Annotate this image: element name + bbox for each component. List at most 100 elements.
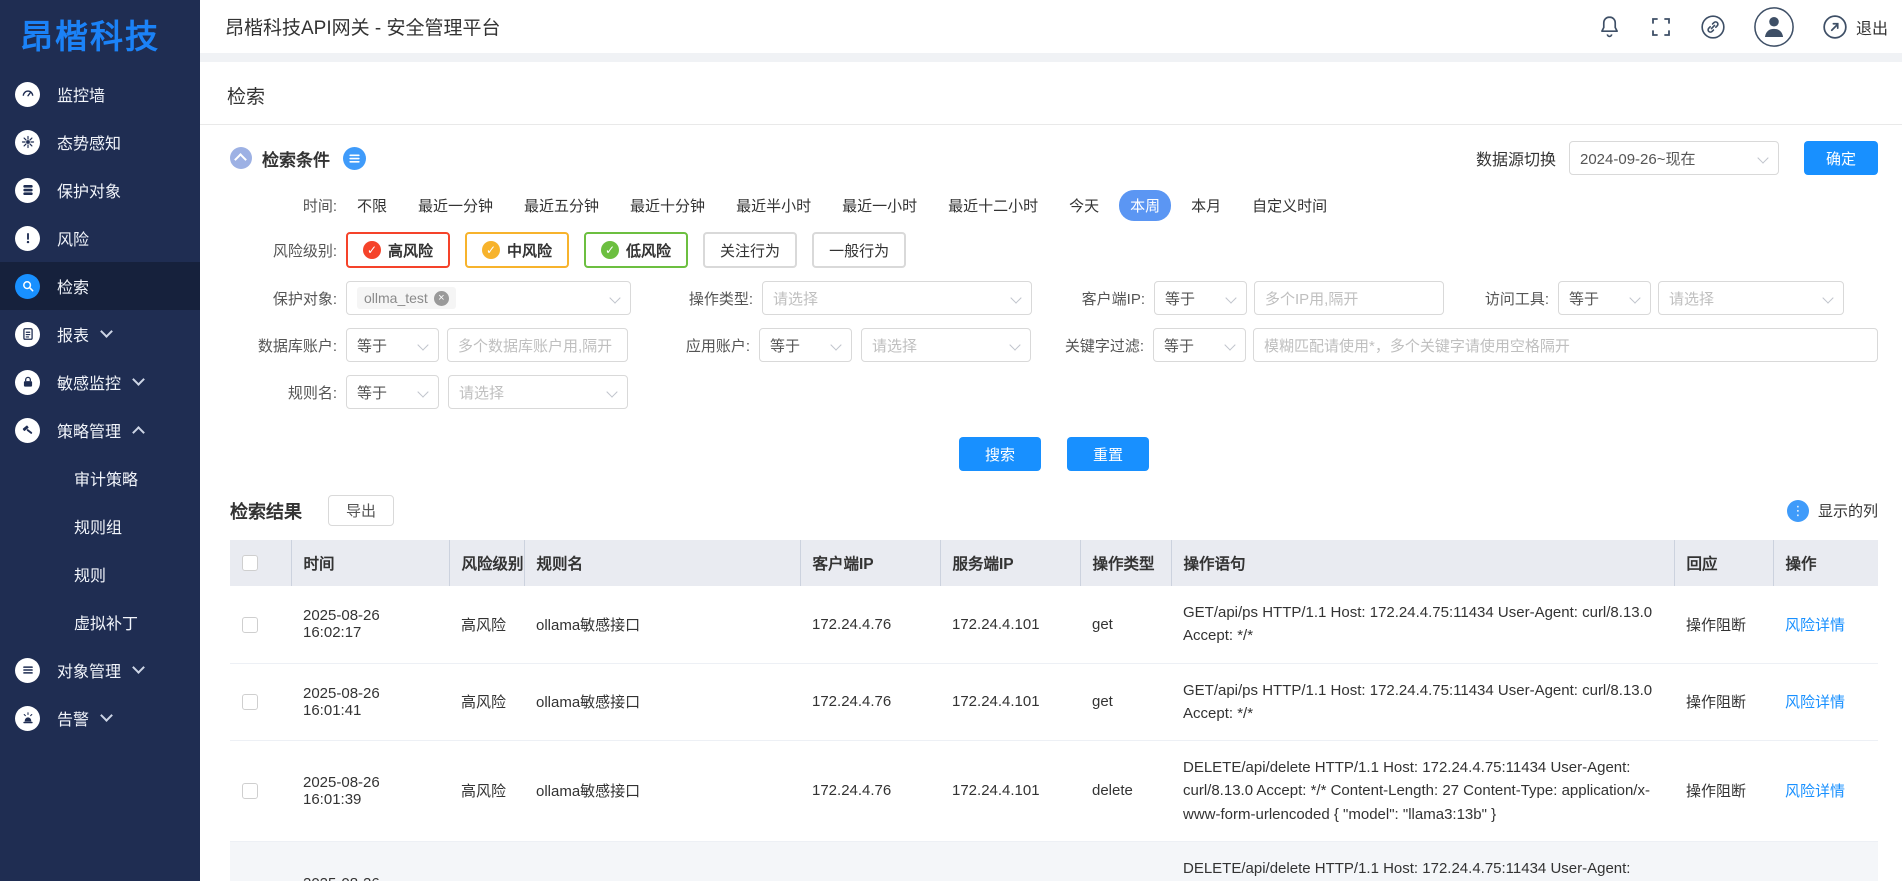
risk-detail-link[interactable]: 风险详情 — [1785, 783, 1845, 800]
cell-risk-level: 高风险 — [449, 663, 524, 741]
risk-level-button[interactable]: 关注行为 — [703, 232, 797, 268]
logout-button[interactable]: 退出 — [1822, 14, 1888, 40]
columns-button[interactable]: ⋮ 显示的列 — [1787, 500, 1878, 522]
sidebar-item-0[interactable]: 监控墙 — [0, 70, 200, 118]
chevron-down-icon — [100, 709, 113, 722]
app-account-select[interactable]: 请选择 — [861, 328, 1031, 362]
rule-name-placeholder: 请选择 — [459, 382, 504, 403]
client-ip-op-select[interactable]: 等于 — [1154, 281, 1247, 315]
app-account-label: 应用账户: — [628, 335, 759, 356]
keyword-op-select[interactable]: 等于 — [1153, 328, 1246, 362]
sidebar-item-13[interactable]: 告警 — [0, 694, 200, 742]
cell-rule-name: ollama敏感接口 — [524, 741, 800, 842]
cell-response: 操作阻断 — [1674, 741, 1773, 842]
time-option[interactable]: 最近十二小时 — [937, 190, 1049, 221]
chevron-down-icon — [830, 339, 841, 350]
risk-level-button[interactable]: ✓低风险 — [584, 232, 688, 268]
time-option[interactable]: 今天 — [1058, 190, 1110, 221]
protect-object-select[interactable]: ollma_test × — [346, 281, 631, 315]
tag-remove-icon[interactable]: × — [434, 291, 449, 306]
column-header: 时间 — [291, 540, 449, 586]
datasource-select[interactable]: 2024-09-26~现在 — [1569, 141, 1779, 175]
column-header: 操作类型 — [1080, 540, 1171, 586]
chevron-down-icon — [1822, 292, 1833, 303]
time-option[interactable]: 不限 — [346, 190, 398, 221]
rule-name-select[interactable]: 请选择 — [448, 375, 628, 409]
fullscreen-icon[interactable] — [1649, 15, 1673, 39]
client-ip-input[interactable]: 多个IP用,隔开 — [1254, 281, 1444, 315]
cell-action: 风险详情 — [1773, 586, 1878, 663]
risk-level-button[interactable]: 一般行为 — [812, 232, 906, 268]
risk-level-button[interactable]: ✓高风险 — [346, 232, 450, 268]
sidebar-item-10[interactable]: 规则 — [0, 550, 200, 598]
time-option[interactable]: 本月 — [1180, 190, 1232, 221]
cell-op-type: delete — [1080, 741, 1171, 842]
condition-menu-icon[interactable] — [343, 147, 366, 170]
sidebar-item-3[interactable]: 风险 — [0, 214, 200, 262]
filter-row-3: 规则名: 等于 请选择 — [230, 375, 1878, 409]
time-option[interactable]: 最近半小时 — [725, 190, 822, 221]
risk-detail-link[interactable]: 风险详情 — [1785, 694, 1845, 711]
column-header: 服务端IP — [940, 540, 1080, 586]
risk-level-button-label: 关注行为 — [720, 240, 780, 261]
column-header: 操作语句 — [1171, 540, 1674, 586]
sidebar-item-6[interactable]: 敏感监控 — [0, 358, 200, 406]
datasource-label: 数据源切换 — [1476, 146, 1556, 170]
sidebar-item-12[interactable]: 对象管理 — [0, 646, 200, 694]
confirm-button[interactable]: 确定 — [1804, 141, 1878, 175]
row-checkbox[interactable] — [242, 694, 258, 710]
select-all-checkbox[interactable] — [242, 555, 258, 571]
table-header-row: 时间风险级别规则名客户端IP服务端IP操作类型操作语句回应操作 — [230, 540, 1878, 586]
cell-op-type: get — [1080, 663, 1171, 741]
row-select-cell — [230, 741, 291, 842]
keyword-label: 关键字过滤: — [1031, 335, 1153, 356]
row-checkbox[interactable] — [242, 783, 258, 799]
avatar[interactable] — [1753, 6, 1795, 48]
risk-level-button[interactable]: ✓中风险 — [465, 232, 569, 268]
access-tool-select[interactable]: 请选择 — [1658, 281, 1844, 315]
datasource-value: 2024-09-26~现在 — [1580, 148, 1696, 169]
sidebar-item-8[interactable]: 审计策略 — [0, 454, 200, 502]
sidebar-item-4[interactable]: 检索 — [0, 262, 200, 310]
chevron-down-icon — [417, 386, 428, 397]
table-row: 2025-08-26 16:02:17高风险ollama敏感接口172.24.4… — [230, 586, 1878, 663]
risk-level-label: 风险级别: — [230, 240, 346, 261]
link-icon[interactable] — [1700, 14, 1726, 40]
risk-icon — [15, 226, 40, 251]
app-account-op-select[interactable]: 等于 — [759, 328, 852, 362]
time-option[interactable]: 本周 — [1119, 190, 1171, 221]
op-type-label: 操作类型: — [631, 288, 762, 309]
collapse-up-icon[interactable] — [230, 147, 252, 169]
keyword-input[interactable]: 模糊匹配请使用*，多个关键字请使用空格隔开 — [1253, 328, 1878, 362]
db-account-op-select[interactable]: 等于 — [346, 328, 439, 362]
sidebar-item-11[interactable]: 虚拟补丁 — [0, 598, 200, 646]
search-button[interactable]: 搜索 — [959, 437, 1041, 471]
row-checkbox[interactable] — [242, 617, 258, 633]
sidebar-item-1[interactable]: 态势感知 — [0, 118, 200, 166]
time-option[interactable]: 最近一分钟 — [407, 190, 504, 221]
cell-response: 操作阻断 — [1674, 663, 1773, 741]
sidebar-item-9[interactable]: 规则组 — [0, 502, 200, 550]
rule-name-op-select[interactable]: 等于 — [346, 375, 439, 409]
selected-tag: ollma_test × — [357, 287, 456, 309]
risk-level-button-label: 低风险 — [626, 240, 671, 261]
op-type-select[interactable]: 请选择 — [762, 281, 1032, 315]
risk-detail-link[interactable]: 风险详情 — [1785, 617, 1845, 634]
row-select-cell — [230, 663, 291, 741]
time-option[interactable]: 最近一小时 — [831, 190, 928, 221]
export-button[interactable]: 导出 — [328, 495, 394, 526]
sidebar-item-2[interactable]: 保护对象 — [0, 166, 200, 214]
db-account-input[interactable]: 多个数据库账户用,隔开 — [447, 328, 628, 362]
sidebar-item-7[interactable]: 策略管理 — [0, 406, 200, 454]
sensitive-monitor-icon — [15, 370, 40, 395]
sidebar-item-5[interactable]: 报表 — [0, 310, 200, 358]
risk-level-buttons: ✓高风险 ✓中风险 ✓低风险 关注行为 一般行为 — [346, 232, 921, 268]
time-option[interactable]: 最近十分钟 — [619, 190, 716, 221]
access-tool-op-select[interactable]: 等于 — [1558, 281, 1651, 315]
dots-icon: ⋮ — [1787, 500, 1809, 522]
reset-button[interactable]: 重置 — [1067, 437, 1149, 471]
bell-icon[interactable] — [1597, 14, 1622, 39]
time-option[interactable]: 最近五分钟 — [513, 190, 610, 221]
results-header: 检索结果 导出 ⋮ 显示的列 — [230, 495, 1878, 526]
time-option[interactable]: 自定义时间 — [1241, 190, 1338, 221]
